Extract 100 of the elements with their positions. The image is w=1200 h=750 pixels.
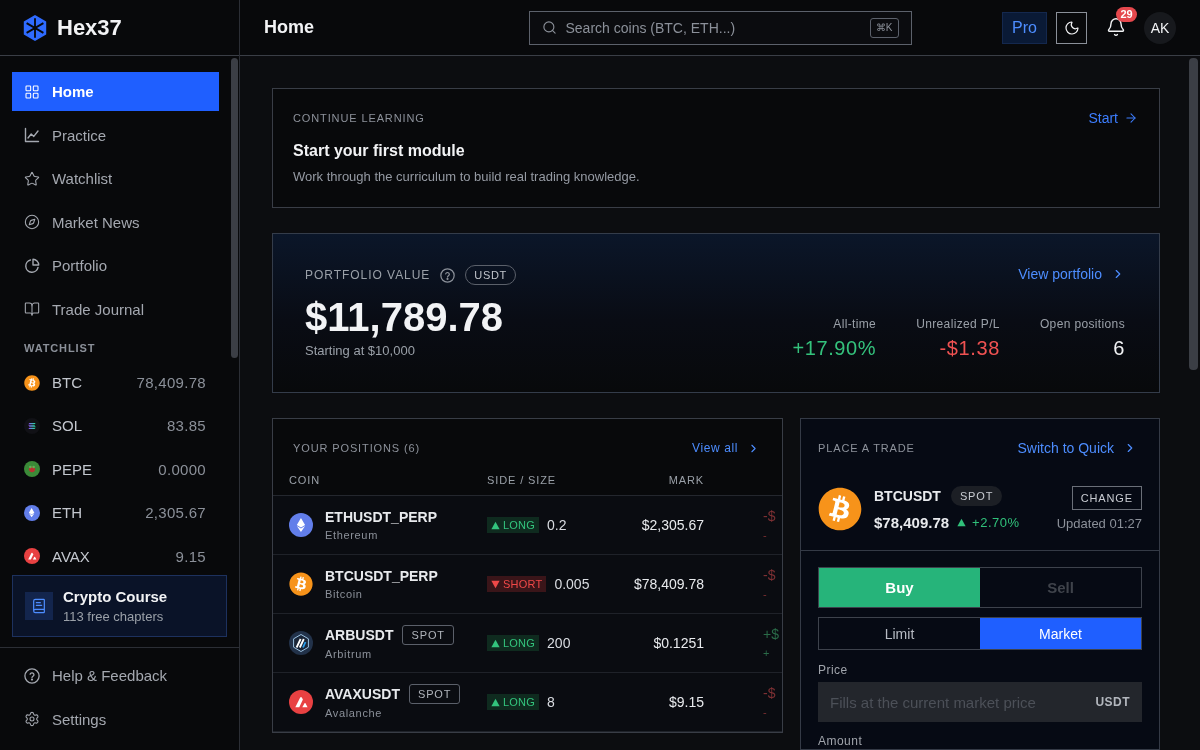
table-cell: - <box>763 586 767 601</box>
position-size: 0.2 <box>547 517 567 533</box>
help-icon[interactable] <box>440 267 456 283</box>
table-cell: + <box>763 645 770 660</box>
moon-icon <box>1063 19 1080 36</box>
search-input[interactable]: Search coins (BTC, ETH...) <box>565 19 861 36</box>
nav-item[interactable]: Trade Journal <box>12 289 219 329</box>
price-change: +2.70% <box>972 514 1020 530</box>
book-icon <box>24 301 40 317</box>
switch-mode-link[interactable]: Switch to Quick <box>1017 439 1137 457</box>
portfolio-subtitle: Starting at $10,000 <box>305 342 415 360</box>
table-row[interactable]: AVAXUSDT SPOT Avalanche LONG 8 $9.15 -$ - <box>273 673 782 732</box>
coin-price: 78,409.78 <box>136 374 206 391</box>
coin-name: Ethereum <box>325 528 378 542</box>
side-label: LONG <box>503 637 536 649</box>
coin-icon <box>289 690 313 714</box>
compass-icon <box>24 214 40 230</box>
position-size: 8 <box>547 694 555 710</box>
stat-label: All-time <box>833 316 877 332</box>
bell-icon <box>1106 16 1126 37</box>
star-icon <box>24 170 40 187</box>
brand-name: Hex37 <box>57 14 122 41</box>
stat-label: Unrealized P/L <box>916 316 1000 332</box>
view-all-link[interactable]: View all <box>692 439 760 457</box>
mark-price: $78,409.78 <box>633 576 704 592</box>
coin-icon <box>24 417 40 434</box>
unit-label: USDT <box>1095 695 1130 709</box>
field-label: Amount <box>818 733 863 749</box>
column-header: COIN <box>289 473 321 486</box>
coin-pair: BTCUSDT_PERP <box>325 567 438 585</box>
order-type-tab[interactable]: Limit <box>819 618 980 649</box>
notifications-button[interactable]: 29 <box>1104 6 1137 39</box>
table-row[interactable]: ARBUSDT SPOT Arbitrum LONG 200 $0.1251 +$ + <box>273 614 782 673</box>
course-title: Crypto Course <box>63 587 168 606</box>
view-portfolio-link[interactable]: View portfolio <box>1018 265 1125 283</box>
logo-icon[interactable] <box>22 13 48 42</box>
book-icon <box>25 592 53 620</box>
column-header: MARK <box>668 473 704 486</box>
coin-price: 83.85 <box>166 417 206 435</box>
coin-symbol[interactable]: AVAX <box>52 547 90 565</box>
coin-icon <box>24 461 40 478</box>
user-avatar[interactable]: AK <box>1144 11 1176 44</box>
side-label: LONG <box>503 519 536 531</box>
nav-item[interactable]: Practice <box>12 115 219 155</box>
card-title: Start your first module <box>293 141 465 161</box>
nav-item[interactable]: Watchlist <box>12 159 219 198</box>
coin-icon <box>289 631 313 655</box>
coin-icon <box>24 374 40 391</box>
scrollbar-thumb[interactable] <box>231 58 238 358</box>
nav-item[interactable]: Market News <box>12 202 219 242</box>
card-eyebrow: PLACE A TRADE <box>818 441 915 456</box>
pro-button[interactable]: Pro <box>1002 11 1047 44</box>
triangle-up-icon <box>491 697 500 707</box>
search-bar[interactable]: Search coins (BTC, ETH...) ⌘K <box>528 10 912 45</box>
theme-toggle-button[interactable] <box>1056 11 1087 44</box>
position-size: 0.005 <box>554 576 590 592</box>
mark-price: $0.1251 <box>653 635 704 651</box>
triangle-up-icon <box>957 517 967 527</box>
card-description: Work through the curriculum to build real trading knowledge. <box>293 168 640 186</box>
notification-badge: 29 <box>1116 6 1137 22</box>
coin-symbol[interactable]: PEPE <box>52 460 93 478</box>
table-row[interactable]: ETHUSDT_PERP Ethereum LONG 0.2 $2,305.67 -$ - <box>273 496 782 555</box>
field-label: Price <box>818 662 848 678</box>
nav-item[interactable]: Settings <box>12 699 219 739</box>
search-icon <box>541 20 557 35</box>
table-row[interactable]: BTCUSDT_PERP Bitcoin SHORT 0.005 $78,409.78 -$ - <box>273 555 782 614</box>
coin-pair: ETHUSDT_PERP <box>325 508 438 526</box>
coin-pair: AVAXUSDT <box>325 685 400 703</box>
coin-symbol[interactable]: ETH <box>52 504 82 522</box>
table-cell: +$ <box>763 626 779 641</box>
page-title: Home <box>264 17 314 38</box>
start-link[interactable]: Start <box>1088 109 1138 127</box>
help-icon <box>24 667 40 684</box>
market-badge: SPOT <box>408 684 461 704</box>
position-size: 200 <box>547 635 571 651</box>
mark-price: $2,305.67 <box>641 517 704 533</box>
trade-price: $78,409.78 <box>874 513 950 531</box>
coin-symbol[interactable]: BTC <box>52 374 82 391</box>
stat-value: -$1.38 <box>939 336 1000 361</box>
coin-icon <box>818 487 862 531</box>
table-cell: -$ <box>763 685 776 700</box>
nav-item[interactable]: Home <box>12 72 219 111</box>
side-label: SHORT <box>503 578 543 590</box>
side-label: LONG <box>503 696 536 708</box>
change-coin-button[interactable]: CHANGE <box>1071 486 1142 510</box>
market-badge: SPOT <box>402 625 454 645</box>
coin-icon <box>289 572 313 596</box>
coin-price: 9.15 <box>175 547 206 565</box>
settings-icon <box>24 711 40 727</box>
triangle-up-icon <box>491 638 500 648</box>
coin-pair: ARBUSDT <box>325 626 394 644</box>
nav-item[interactable]: Help & Feedback <box>12 656 219 695</box>
course-card[interactable]: Crypto Course 113 free chapters <box>12 575 227 637</box>
order-type-tab[interactable]: Market <box>980 618 1141 649</box>
market-badge: SPOT <box>950 486 1003 506</box>
scrollbar-thumb[interactable] <box>1189 58 1198 370</box>
table-cell: - <box>763 704 767 719</box>
coin-icon <box>24 504 40 521</box>
coin-symbol[interactable]: SOL <box>52 417 82 435</box>
nav-item[interactable]: Portfolio <box>12 246 219 285</box>
